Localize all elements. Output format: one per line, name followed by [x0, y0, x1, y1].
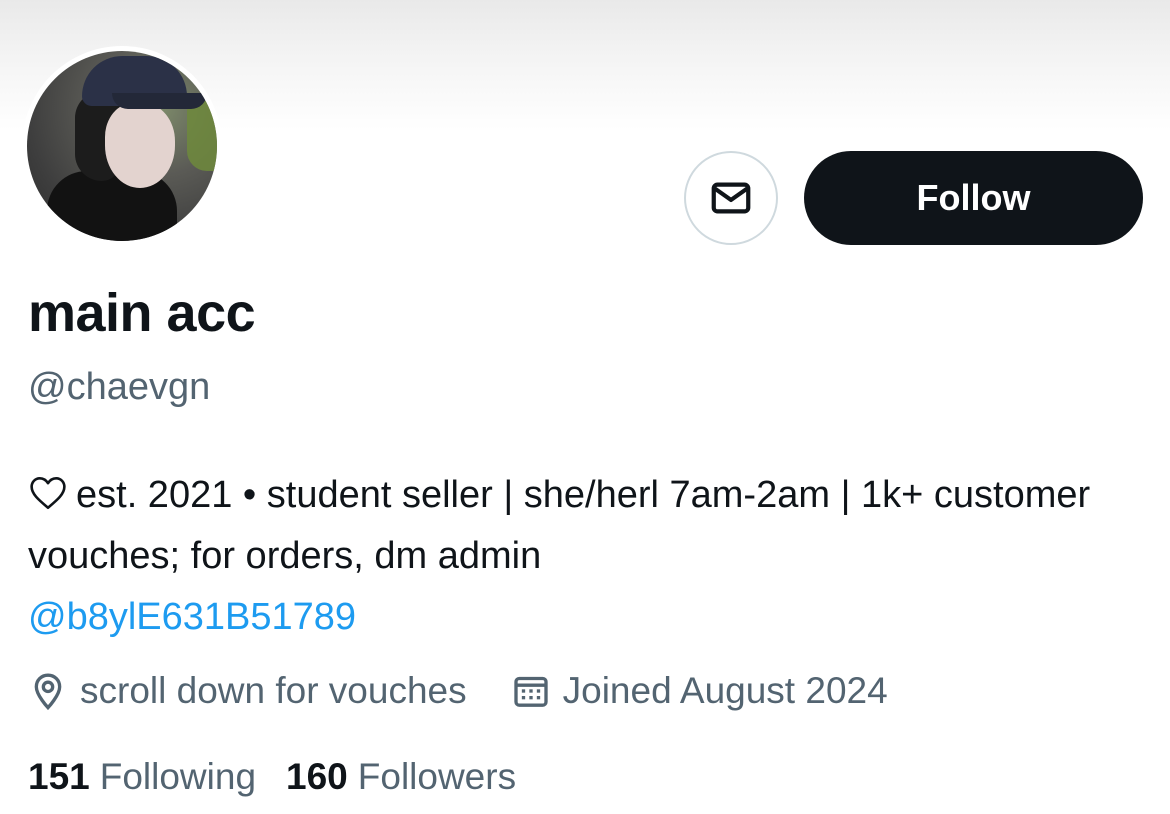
profile-stats: 151 Following 160 Followers — [28, 756, 516, 798]
bio-mention-link[interactable]: @b8ylE631B51789 — [28, 596, 356, 638]
profile-meta: scroll down for vouches Joined August 20… — [28, 670, 888, 712]
follow-button[interactable]: Follow — [804, 151, 1143, 245]
followers-label: Followers — [357, 756, 517, 797]
heart-outline-icon — [30, 476, 66, 510]
location-text: scroll down for vouches — [80, 670, 467, 711]
envelope-icon — [711, 182, 751, 214]
profile-display-name: main acc — [28, 283, 256, 343]
bio-text: est. 2021 • student seller | she/herl 7a… — [28, 474, 1091, 577]
location-pin-icon — [34, 673, 62, 711]
profile-join-date: Joined August 2024 — [511, 670, 888, 712]
avatar-photo — [27, 51, 217, 241]
following-link[interactable]: 151 Following — [28, 756, 256, 798]
following-count: 151 — [28, 756, 90, 797]
followers-link[interactable]: 160 Followers — [286, 756, 516, 798]
profile-avatar[interactable] — [22, 46, 222, 246]
join-date-text: Joined August 2024 — [562, 670, 888, 711]
followers-count: 160 — [286, 756, 348, 797]
profile-location: scroll down for vouches — [28, 670, 467, 712]
message-button[interactable] — [684, 151, 778, 245]
following-label: Following — [99, 756, 257, 797]
profile-bio: est. 2021 • student seller | she/herl 7a… — [28, 465, 1148, 648]
calendar-icon — [513, 676, 548, 707]
profile-handle: @chaevgn — [28, 366, 211, 408]
